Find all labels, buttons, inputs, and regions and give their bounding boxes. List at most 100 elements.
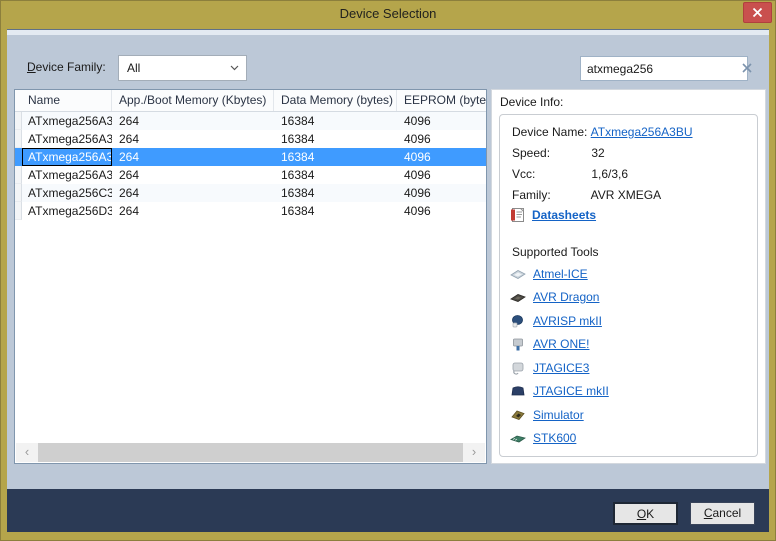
device-name-label: Device Name: [512, 125, 588, 139]
tool-link-simulator[interactable]: Simulator [533, 408, 584, 422]
chevron-down-icon [230, 65, 239, 71]
tool-link-avrisp-mkii[interactable]: AVRISP mkII [533, 314, 602, 328]
cell-name: ATxmega256D3 [22, 202, 112, 220]
tool-link-avr-one[interactable]: AVR ONE! [533, 337, 589, 351]
cell-data-memory: 16384 [274, 148, 397, 166]
cell-name: ATxmega256A3 [22, 112, 112, 130]
cell-name: ATxmega256C3 [22, 184, 112, 202]
device-info-title: Device Info: [500, 95, 563, 109]
tool-item: AVRISP mkII [510, 312, 751, 329]
cell-eeprom: 4096 [397, 184, 486, 202]
atmel-ice-icon [510, 266, 526, 282]
cell-eeprom: 4096 [397, 166, 486, 184]
device-family-selected-value: All [127, 61, 140, 75]
cancel-button[interactable]: Cancel [690, 502, 755, 525]
supported-tools-title: Supported Tools [512, 245, 599, 259]
horizontal-scrollbar[interactable]: ‹ › [16, 443, 485, 462]
supported-tools-list: Atmel-ICE AVR Dragon [510, 265, 751, 453]
simulator-icon [510, 407, 526, 423]
tool-link-atmel-ice[interactable]: Atmel-ICE [533, 267, 588, 281]
close-button[interactable] [743, 2, 772, 23]
scroll-right-arrow-icon[interactable]: › [463, 443, 485, 462]
cell-data-memory: 16384 [274, 184, 397, 202]
clear-search-button[interactable] [742, 62, 752, 76]
jtagice3-icon [510, 360, 526, 376]
cell-name: ATxmega256A3BU [22, 148, 112, 166]
cell-eeprom: 4096 [397, 148, 486, 166]
table-row-selected[interactable]: ATxmega256A3BU 264 16384 4096 [15, 148, 486, 166]
tool-item: Atmel-ICE [510, 265, 751, 282]
cell-app-boot-memory: 264 [112, 166, 274, 184]
avr-dragon-icon [510, 289, 526, 305]
avrisp-mkii-icon [510, 313, 526, 329]
scrollbar-thumb[interactable] [38, 443, 463, 462]
tool-link-jtagice3[interactable]: JTAGICE3 [533, 361, 589, 375]
device-info-panel: Device Info: Device Name: ATxmega256A3BU… [491, 89, 766, 464]
table-row[interactable]: ATxmega256A3 264 16384 4096 [15, 112, 486, 130]
datasheets-row: Datasheets [510, 207, 596, 223]
table-row[interactable]: ATxmega256A3B 264 16384 4096 [15, 130, 486, 148]
speed-row: Speed: 32 [512, 146, 605, 162]
tool-link-avr-dragon[interactable]: AVR Dragon [533, 290, 599, 304]
footer-bar: OK Cancel [7, 489, 769, 532]
row-header-gutter [15, 112, 22, 130]
row-header-gutter [15, 184, 22, 202]
tool-item: AVR Dragon [510, 289, 751, 306]
row-header-gutter [15, 148, 22, 166]
close-icon [752, 7, 763, 18]
search-input[interactable] [581, 62, 742, 76]
cell-eeprom: 4096 [397, 130, 486, 148]
cell-data-memory: 16384 [274, 130, 397, 148]
table-row[interactable]: ATxmega256C3 264 16384 4096 [15, 184, 486, 202]
cell-eeprom: 4096 [397, 112, 486, 130]
cell-name: ATxmega256A3U [22, 166, 112, 184]
column-header-name[interactable]: Name [15, 90, 112, 111]
device-family-dropdown[interactable]: All [118, 55, 247, 81]
table-row[interactable]: ATxmega256A3U 264 16384 4096 [15, 166, 486, 184]
tool-item: JTAGICE3 [510, 359, 751, 376]
jtagice-mkii-icon [510, 383, 526, 399]
tool-link-jtagice-mkii[interactable]: JTAGICE mkII [533, 384, 609, 398]
device-selection-dialog: Device Selection Device Family: All [0, 0, 776, 541]
family-row: Family: AVR XMEGA [512, 188, 661, 204]
vcc-label: Vcc: [512, 167, 588, 181]
device-info-box: Device Name: ATxmega256A3BU Speed: 32 Vc… [499, 114, 758, 457]
speed-value: 32 [591, 146, 604, 160]
table-row[interactable]: ATxmega256D3 264 16384 4096 [15, 202, 486, 220]
row-header-gutter [15, 130, 22, 148]
column-header-app-boot-memory[interactable]: App./Boot Memory (Kbytes) [112, 90, 274, 111]
vcc-value: 1,6/3,6 [591, 167, 628, 181]
dialog-content: Device Family: All Name App./Boot Memory… [7, 29, 769, 489]
device-name-link[interactable]: ATxmega256A3BU [591, 125, 693, 139]
scroll-left-arrow-icon[interactable]: ‹ [16, 443, 38, 462]
stk600-icon [510, 430, 526, 446]
datasheets-link[interactable]: Datasheets [532, 208, 596, 222]
speed-label: Speed: [512, 146, 588, 160]
cell-app-boot-memory: 264 [112, 202, 274, 220]
cell-data-memory: 16384 [274, 166, 397, 184]
device-name-row: Device Name: ATxmega256A3BU [512, 125, 693, 141]
cell-data-memory: 16384 [274, 112, 397, 130]
tool-item: JTAGICE mkII [510, 383, 751, 400]
cell-app-boot-memory: 264 [112, 130, 274, 148]
family-value: AVR XMEGA [591, 188, 661, 202]
table-header: Name App./Boot Memory (Kbytes) Data Memo… [15, 90, 486, 112]
tool-item: STK600 [510, 430, 751, 447]
cell-app-boot-memory: 264 [112, 112, 274, 130]
tool-link-stk600[interactable]: STK600 [533, 431, 576, 445]
clear-x-icon [742, 63, 752, 73]
dialog-title: Device Selection [0, 6, 776, 21]
search-box [580, 56, 748, 81]
device-table: Name App./Boot Memory (Kbytes) Data Memo… [14, 89, 487, 464]
row-header-gutter [15, 202, 22, 220]
cell-data-memory: 16384 [274, 202, 397, 220]
ok-button[interactable]: OK [613, 502, 678, 525]
tool-item: AVR ONE! [510, 336, 751, 353]
column-header-eeprom[interactable]: EEPROM (bytes) [397, 90, 486, 111]
titlebar: Device Selection [0, 0, 776, 29]
column-header-data-memory[interactable]: Data Memory (bytes) [274, 90, 397, 111]
vcc-row: Vcc: 1,6/3,6 [512, 167, 628, 183]
row-header-gutter [15, 166, 22, 184]
cell-app-boot-memory: 264 [112, 148, 274, 166]
cell-app-boot-memory: 264 [112, 184, 274, 202]
